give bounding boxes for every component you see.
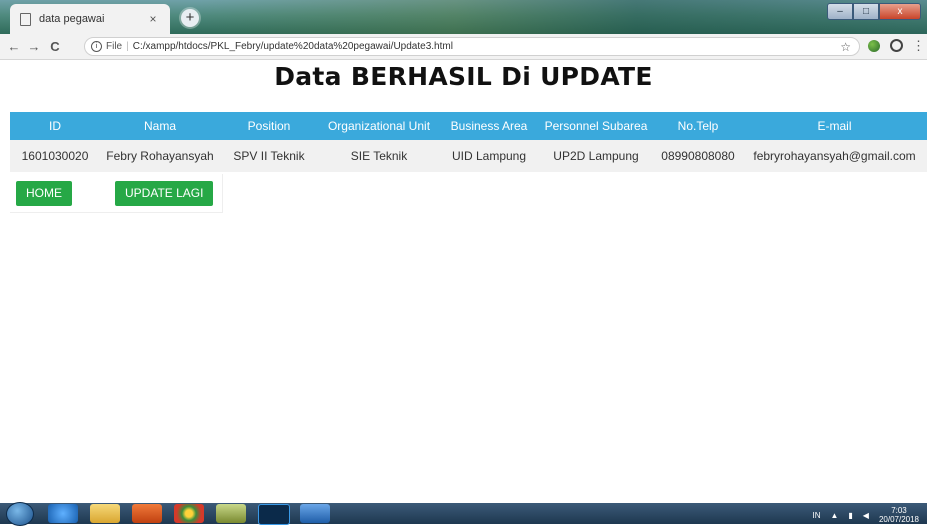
address-separator: | <box>126 41 129 52</box>
start-button[interactable] <box>6 502 34 526</box>
document-icon <box>20 12 31 26</box>
volume-icon[interactable]: ◀ <box>863 511 869 520</box>
system-tray: IN ▲ ▮ ◀ 7:03 20/07/2018 <box>812 506 919 524</box>
browser-menu-icon[interactable]: ⋮ <box>912 38 925 54</box>
url-text[interactable]: C:/xampp/htdocs/PKL_Febry/update%20data%… <box>133 41 453 52</box>
app-icon[interactable] <box>216 504 246 523</box>
info-icon[interactable]: i <box>91 41 102 52</box>
table-row: 1601030020 Febry Rohayansyah SPV II Tekn… <box>10 140 927 172</box>
page-title: Data BERHASIL Di UPDATE <box>274 62 653 91</box>
back-arrow-icon[interactable]: ← <box>6 39 22 54</box>
browser-toolbar: ← → C i File | C:/xampp/htdocs/PKL_Febry… <box>0 34 927 60</box>
tray-arrow-icon[interactable]: ▲ <box>830 511 838 520</box>
close-window-button[interactable]: x <box>879 3 921 20</box>
table-cell: UID Lampung <box>440 140 538 172</box>
tab-title: data pegawai <box>39 13 105 25</box>
clock-time: 7:03 <box>891 506 907 515</box>
update-again-button[interactable]: UPDATE LAGI <box>115 181 214 206</box>
column-header: Position <box>220 112 318 140</box>
column-header: Organizational Unit <box>318 112 440 140</box>
address-bar[interactable]: i File | C:/xampp/htdocs/PKL_Febry/updat… <box>84 37 860 56</box>
clock[interactable]: 7:03 20/07/2018 <box>879 506 919 524</box>
tab-close-icon[interactable]: × <box>146 12 160 26</box>
clock-date: 20/07/2018 <box>878 515 919 524</box>
internet-explorer-icon[interactable] <box>48 504 78 523</box>
table-cell: SIE Teknik <box>318 140 440 172</box>
bookmark-star-icon[interactable]: ☆ <box>840 40 851 54</box>
column-header: No.Telp <box>654 112 742 140</box>
account-icon[interactable] <box>890 39 903 52</box>
document-app-icon[interactable] <box>300 504 330 523</box>
windows-taskbar: IN ▲ ▮ ◀ 7:03 20/07/2018 <box>0 502 927 526</box>
table-cell: 1601030020 <box>10 140 100 172</box>
file-explorer-icon[interactable] <box>90 504 120 523</box>
table-cell: SPV II Teknik <box>220 140 318 172</box>
table-cell: UP2D Lampung <box>538 140 654 172</box>
table-cell: Febry Rohayansyah <box>100 140 220 172</box>
address-scheme: File <box>106 41 123 52</box>
battery-icon[interactable]: ▮ <box>848 511 852 520</box>
window-controls: – □ x <box>827 3 921 20</box>
minimize-button[interactable]: – <box>827 3 853 20</box>
photoshop-icon[interactable] <box>258 504 290 525</box>
maximize-button[interactable]: □ <box>853 3 879 20</box>
chrome-icon[interactable] <box>174 504 204 523</box>
media-player-icon[interactable] <box>132 504 162 523</box>
reload-icon[interactable]: C <box>47 39 63 54</box>
home-button[interactable]: HOME <box>16 181 72 206</box>
column-header: ID <box>10 112 100 140</box>
language-indicator[interactable]: IN <box>812 511 820 520</box>
action-buttons: HOME UPDATE LAGI <box>10 174 223 213</box>
column-header: Personnel Subarea <box>538 112 654 140</box>
table-cell: febryrohayansyah@gmail.com <box>742 140 927 172</box>
table-cell: 08990808080 <box>654 140 742 172</box>
extension-icon[interactable] <box>868 40 880 52</box>
new-tab-button[interactable]: + <box>181 9 199 27</box>
employee-table: ID Nama Position Organizational Unit Bus… <box>10 112 927 172</box>
column-header: Nama <box>100 112 220 140</box>
browser-tab[interactable]: data pegawai × <box>10 4 170 34</box>
column-header: E-mail <box>742 112 927 140</box>
column-header: Business Area <box>440 112 538 140</box>
table-header-row: ID Nama Position Organizational Unit Bus… <box>10 112 927 140</box>
forward-arrow-icon[interactable]: → <box>26 39 42 54</box>
